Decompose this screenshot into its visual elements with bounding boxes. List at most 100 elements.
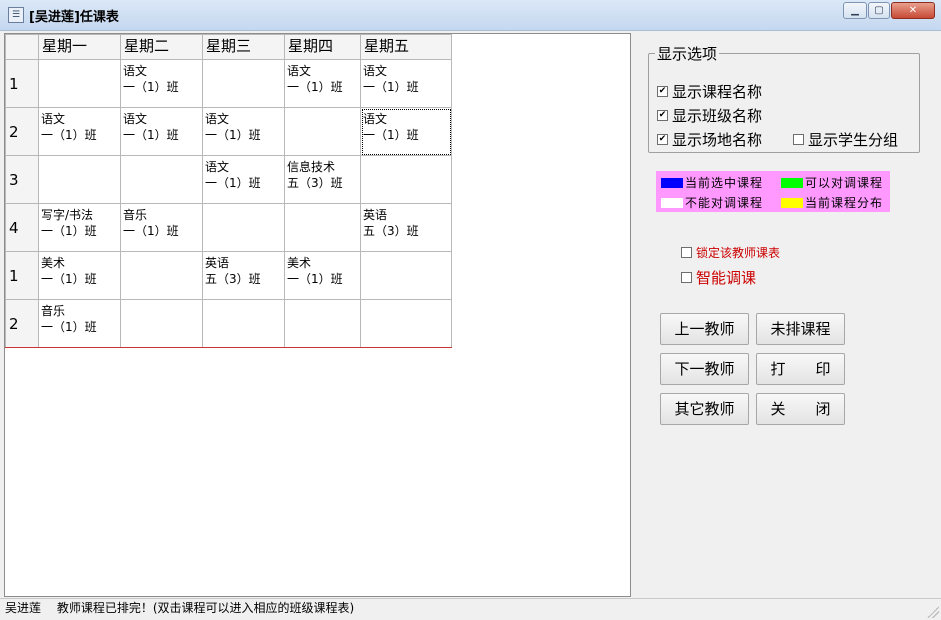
- legend-not-swappable-label: 不能对调课程: [685, 196, 764, 210]
- schedule-cell[interactable]: [202, 203, 285, 252]
- maximize-icon[interactable]: ▢: [868, 2, 890, 19]
- schedule-cell[interactable]: [38, 155, 121, 204]
- schedule-cell[interactable]: 语文 一（1）班: [202, 155, 285, 204]
- schedule-cell[interactable]: [360, 299, 452, 348]
- class-name: 一（1）班: [123, 224, 179, 238]
- schedule-cell[interactable]: 信息技术五（3）班: [284, 155, 361, 204]
- status-message: 教师课程已排完！(双击课程可以进入相应的班级课程表): [56, 601, 355, 615]
- next-teacher-button[interactable]: 下一教师: [660, 353, 749, 385]
- schedule-cell[interactable]: 语文一（1）班: [120, 59, 203, 108]
- schedule-cell[interactable]: 语文一（1）班: [202, 107, 285, 156]
- period-label: 1: [5, 59, 39, 108]
- title-bar: ☰ [吴进莲]任课表 ▁ ▢ ✕: [0, 0, 941, 31]
- control-panel: 显示选项 ✔ 显示课程名称 ✔ 显示班级名称 ✔ 显示场地名称 显示学生分组 当…: [632, 33, 938, 597]
- schedule-cell[interactable]: [360, 251, 452, 300]
- minimize-icon[interactable]: ▁: [843, 2, 867, 19]
- period-row: 4 写字/书法 一（1）班 音乐 一（1）班 英语 五（3）班: [5, 203, 452, 252]
- resize-grip-icon[interactable]: [927, 606, 939, 618]
- other-teacher-button[interactable]: 其它教师: [660, 393, 749, 425]
- checkbox-icon: ✔: [657, 86, 668, 97]
- class-name: 五（3）班: [287, 176, 343, 190]
- display-options-legend: 显示选项: [657, 45, 718, 63]
- legend-not-swappable: 不能对调课程: [661, 194, 763, 211]
- close-button[interactable]: 关 闭: [756, 393, 845, 425]
- unscheduled-courses-button[interactable]: 未排课程: [756, 313, 845, 345]
- schedule-cell[interactable]: 音乐 一（1）班: [38, 299, 121, 348]
- course-name: 信息技术: [287, 160, 336, 174]
- class-name: 一（1）班: [363, 80, 419, 94]
- schedule-cell[interactable]: [120, 155, 203, 204]
- schedule-cell[interactable]: [284, 107, 361, 156]
- course-name: 语文: [287, 64, 312, 78]
- day-header: 星期一: [38, 34, 121, 60]
- schedule-cell[interactable]: 音乐 一（1）班: [120, 203, 203, 252]
- class-name: 一（1）班: [205, 128, 261, 142]
- checkbox-icon: ✔: [657, 134, 668, 145]
- class-name: 一（1）班: [41, 224, 97, 238]
- color-legend: 当前选中课程 可以对调课程 不能对调课程 当前课程分布: [656, 171, 890, 212]
- schedule-cell[interactable]: 美术一（1）班: [284, 251, 361, 300]
- blue-swatch: [661, 177, 683, 188]
- schedule-cell[interactable]: [360, 155, 452, 204]
- course-name: 音乐: [41, 304, 66, 318]
- schedule-cell[interactable]: 英语 五（3）班: [202, 251, 285, 300]
- legend-swappable: 可以对调课程: [781, 174, 883, 191]
- schedule-window: ☰ [吴进莲]任课表 ▁ ▢ ✕ 星期一 星期二 星期三 星期四 星期五 1 语文…: [0, 0, 941, 620]
- legend-current-label: 当前选中课程: [685, 176, 764, 190]
- checkbox-icon: ✔: [657, 110, 668, 121]
- show-group-label: 显示学生分组: [808, 131, 899, 149]
- schedule-cell[interactable]: 语文 一（1）班: [360, 107, 452, 156]
- app-icon: ☰: [8, 7, 24, 23]
- schedule-cell[interactable]: [284, 203, 361, 252]
- schedule-cell[interactable]: [120, 299, 203, 348]
- schedule-cell[interactable]: 美术 一（1）班: [38, 251, 121, 300]
- day-header: 星期五: [360, 34, 452, 60]
- class-name: 五（3）班: [205, 272, 261, 286]
- lock-teacher-label: 锁定该教师课表: [696, 246, 781, 260]
- print-button[interactable]: 打 印: [756, 353, 845, 385]
- show-class-checkbox[interactable]: ✔ 显示班级名称: [657, 105, 762, 126]
- period-row: 1 语文 一（1）班 语文 一（1）班 语文 一（1）班: [5, 59, 452, 108]
- schedule-cell[interactable]: 英语 五（3）班: [360, 203, 452, 252]
- show-course-label: 显示课程名称: [672, 83, 763, 101]
- legend-swappable-label: 可以对调课程: [805, 176, 884, 190]
- schedule-cell[interactable]: [202, 59, 285, 108]
- legend-distribution-label: 当前课程分布: [805, 196, 884, 210]
- class-name: 一（1）班: [287, 272, 343, 286]
- course-name: 英语: [363, 208, 388, 222]
- course-name: 美术: [41, 256, 66, 270]
- smart-adjust-label: 智能调课: [696, 269, 757, 287]
- show-group-checkbox[interactable]: 显示学生分组: [793, 129, 898, 150]
- yellow-swatch: [781, 197, 803, 208]
- show-venue-checkbox[interactable]: ✔ 显示场地名称: [657, 129, 762, 150]
- course-name: 语文: [205, 160, 230, 174]
- course-name: 语文: [41, 112, 66, 126]
- schedule-cell[interactable]: [284, 299, 361, 348]
- schedule-cell[interactable]: 语文 一（1）班: [120, 107, 203, 156]
- lock-teacher-checkbox[interactable]: 锁定该教师课表: [681, 244, 780, 261]
- white-swatch: [661, 197, 683, 208]
- green-swatch: [781, 177, 803, 188]
- schedule-cell[interactable]: 写字/书法 一（1）班: [38, 203, 121, 252]
- course-name: 美术: [287, 256, 312, 270]
- schedule-cell[interactable]: [202, 299, 285, 348]
- schedule-cell[interactable]: [120, 251, 203, 300]
- schedule-cell[interactable]: [38, 59, 121, 108]
- status-bar: 吴进莲 教师课程已排完！(双击课程可以进入相应的班级课程表): [0, 598, 941, 620]
- schedule-cell[interactable]: 语文 一（1）班: [360, 59, 452, 108]
- period-row: 2 音乐 一（1）班: [5, 299, 452, 348]
- class-name: 一（1）班: [123, 80, 179, 94]
- legend-distribution: 当前课程分布: [781, 194, 883, 211]
- period-row: 2 语文 一（1）班 语文 一（1）班 语文 一（1）班 语文 一（1）班: [5, 107, 452, 156]
- course-name: 语文: [205, 112, 230, 126]
- day-header: 星期二: [120, 34, 203, 60]
- schedule-cell[interactable]: 语文 一（1）班: [284, 59, 361, 108]
- show-course-checkbox[interactable]: ✔ 显示课程名称: [657, 81, 762, 102]
- schedule-cell[interactable]: 语文 一（1）班: [38, 107, 121, 156]
- display-options-group: 显示选项 ✔ 显示课程名称 ✔ 显示班级名称 ✔ 显示场地名称 显示学生分组: [648, 43, 920, 153]
- smart-adjust-checkbox[interactable]: 智能调课: [681, 267, 756, 288]
- close-icon[interactable]: ✕: [891, 2, 935, 19]
- timetable-panel: 星期一 星期二 星期三 星期四 星期五 1 语文 一（1）班 语文 一（1）班 语文 一（1…: [4, 33, 631, 597]
- course-name: 语文: [123, 64, 148, 78]
- prev-teacher-button[interactable]: 上一教师: [660, 313, 749, 345]
